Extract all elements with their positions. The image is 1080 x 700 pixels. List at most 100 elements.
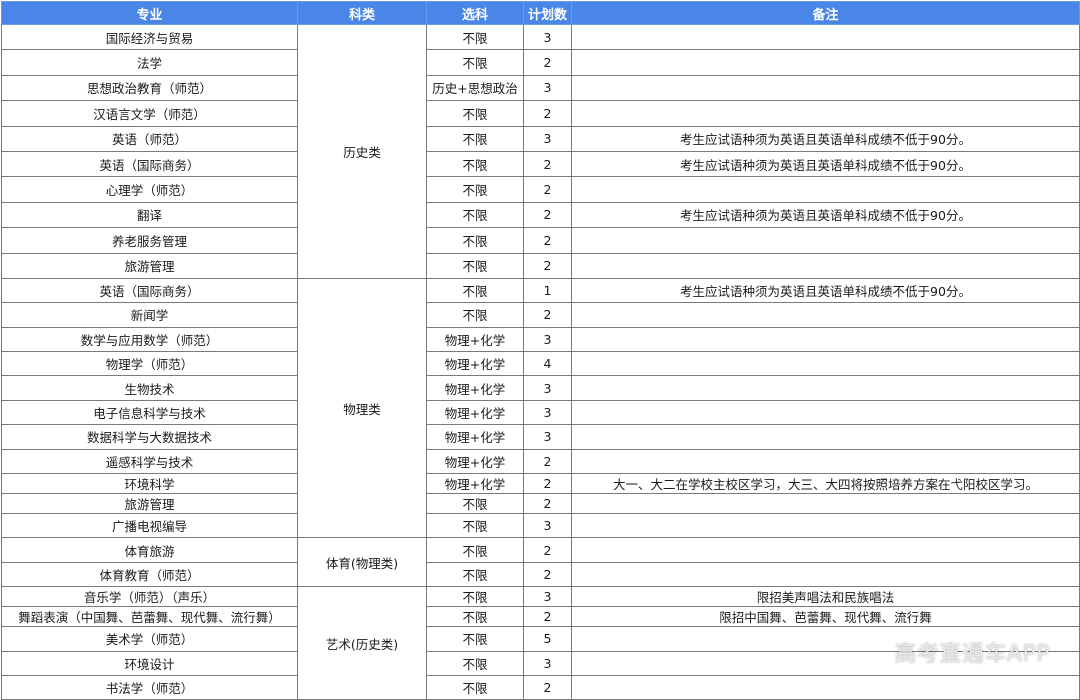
- plan-cell: 2: [523, 201, 572, 229]
- table-row: 新闻学 不限 2: [1, 302, 1080, 328]
- plan-cell: 3: [523, 650, 572, 676]
- note-cell: [571, 351, 1080, 377]
- table-row: 环境科学 物理+化学 2 大一、大二在学校主校区学习，大三、大四将按照培养方案在弋阳校…: [1, 473, 1080, 495]
- table-row: 体育旅游 体育(物理类) 不限 2: [1, 537, 1080, 588]
- plan-cell: 2: [523, 537, 572, 563]
- admission-plan-table: 专业 科类 选科 计划数 备注 国际经济与贸易 历史类 不限 3 法学 不限 2 思想政治教育…: [1, 1, 1080, 700]
- subjects-cell: 不限: [426, 23, 524, 51]
- note-cell: [571, 448, 1080, 475]
- plan-cell: 2: [523, 100, 572, 127]
- category-cell: 历史类: [297, 24, 427, 279]
- major-cell: 物理学（师范）: [1, 351, 298, 377]
- plan-cell: 2: [523, 302, 572, 328]
- table-row: 环境设计 不限 3: [1, 650, 1080, 676]
- note-cell: 限招美声唱法和民族唱法: [571, 586, 1080, 608]
- note-cell: [571, 537, 1080, 563]
- major-cell: 英语（国际商务）: [1, 150, 298, 178]
- subjects-cell: 物理+化学: [426, 351, 524, 377]
- subjects-cell: 不限: [426, 513, 524, 539]
- table-row: 翻译 不限 2 考生应试语种须为英语且英语单科成绩不低于90分。: [1, 201, 1080, 229]
- subjects-cell: 不限: [426, 493, 524, 515]
- major-cell: 书法学（师范）: [1, 674, 298, 700]
- table-row: 遥感科学与技术 物理+化学 2: [1, 448, 1080, 475]
- table-row: 英语（国际商务） 不限 2 考生应试语种须为英语且英语单科成绩不低于90分。: [1, 150, 1080, 178]
- note-cell: [571, 399, 1080, 426]
- header-major: 专业: [1, 1, 298, 25]
- major-cell: 电子信息科学与技术: [1, 399, 298, 426]
- note-cell: [571, 674, 1080, 700]
- header-note: 备注: [571, 1, 1080, 25]
- subjects-cell: 物理+化学: [426, 326, 524, 353]
- major-cell: 国际经济与贸易: [1, 23, 298, 51]
- plan-cell: 2: [523, 561, 572, 588]
- table-row: 物理学（师范） 物理+化学 4: [1, 351, 1080, 377]
- major-cell: 汉语言文学（师范）: [1, 100, 298, 127]
- note-cell: [571, 513, 1080, 539]
- subjects-cell: 不限: [426, 537, 524, 563]
- table-row: 思想政治教育（师范） 历史+思想政治 3: [1, 74, 1080, 102]
- header-category: 科类: [297, 1, 427, 25]
- major-cell: 翻译: [1, 201, 298, 229]
- plan-cell: 2: [523, 448, 572, 475]
- major-cell: 遥感科学与技术: [1, 448, 298, 475]
- subjects-cell: 不限: [426, 650, 524, 676]
- table-row: 汉语言文学（师范） 不限 2: [1, 100, 1080, 127]
- subjects-cell: 历史+思想政治: [426, 74, 524, 102]
- header-plan: 计划数: [523, 1, 572, 25]
- table-row: 国际经济与贸易 历史类 不限 3: [1, 23, 1080, 279]
- major-cell: 数学与应用数学（师范）: [1, 326, 298, 353]
- table-header-row: 专业 科类 选科 计划数 备注: [1, 1, 1080, 25]
- table-row: 法学 不限 2: [1, 49, 1080, 76]
- note-cell: 考生应试语种须为英语且英语单科成绩不低于90分。: [571, 277, 1080, 304]
- major-cell: 旅游管理: [1, 252, 298, 279]
- plan-cell: 3: [523, 399, 572, 426]
- plan-cell: 3: [523, 125, 572, 152]
- note-cell: [571, 424, 1080, 450]
- major-cell: 英语（国际商务）: [1, 277, 298, 304]
- table-row: 英语（国际商务） 物理类 不限 1 考生应试语种须为英语且英语单科成绩不低于90分。: [1, 277, 1080, 539]
- subjects-cell: 不限: [426, 176, 524, 203]
- plan-cell: 4: [523, 351, 572, 377]
- subjects-cell: 不限: [426, 277, 524, 304]
- note-cell: 考生应试语种须为英语且英语单科成绩不低于90分。: [571, 201, 1080, 229]
- plan-cell: 3: [523, 375, 572, 401]
- subjects-cell: 不限: [426, 674, 524, 700]
- table-row: 美术学（师范） 不限 5: [1, 626, 1080, 652]
- major-cell: 美术学（师范）: [1, 626, 298, 652]
- table-row: 英语（师范） 不限 3 考生应试语种须为英语且英语单科成绩不低于90分。: [1, 125, 1080, 152]
- plan-cell: 2: [523, 252, 572, 279]
- table-row: 心理学（师范） 不限 2: [1, 176, 1080, 203]
- plan-cell: 1: [523, 277, 572, 304]
- category-cell: 物理类: [297, 277, 427, 539]
- note-cell: [571, 626, 1080, 652]
- major-cell: 法学: [1, 49, 298, 76]
- plan-cell: 3: [523, 23, 572, 51]
- plan-cell: 3: [523, 586, 572, 608]
- subjects-cell: 不限: [426, 150, 524, 178]
- plan-cell: 3: [523, 513, 572, 539]
- header-subjects: 选科: [426, 1, 524, 25]
- table-row: 体育教育（师范） 不限 2: [1, 561, 1080, 588]
- plan-cell: 2: [523, 227, 572, 254]
- plan-cell: 2: [523, 493, 572, 515]
- subjects-cell: 物理+化学: [426, 448, 524, 475]
- major-cell: 音乐学（师范）（声乐）: [1, 586, 298, 608]
- major-cell: 环境设计: [1, 650, 298, 676]
- table-row: 音乐学（师范）（声乐） 艺术(历史类) 不限 3 限招美声唱法和民族唱法: [1, 586, 1080, 700]
- plan-cell: 2: [523, 473, 572, 495]
- note-cell: [571, 23, 1080, 51]
- subjects-cell: 不限: [426, 561, 524, 588]
- note-cell: [571, 227, 1080, 254]
- major-cell: 体育旅游: [1, 537, 298, 563]
- plan-cell: 3: [523, 424, 572, 450]
- major-cell: 环境科学: [1, 473, 298, 495]
- note-cell: 考生应试语种须为英语且英语单科成绩不低于90分。: [571, 150, 1080, 178]
- major-cell: 英语（师范）: [1, 125, 298, 152]
- plan-cell: 2: [523, 606, 572, 628]
- note-cell: [571, 49, 1080, 76]
- subjects-cell: 物理+化学: [426, 473, 524, 495]
- table-row: 广播电视编导 不限 3: [1, 513, 1080, 539]
- plan-cell: 3: [523, 74, 572, 102]
- table-row: 数学与应用数学（师范） 物理+化学 3: [1, 326, 1080, 353]
- major-cell: 旅游管理: [1, 493, 298, 515]
